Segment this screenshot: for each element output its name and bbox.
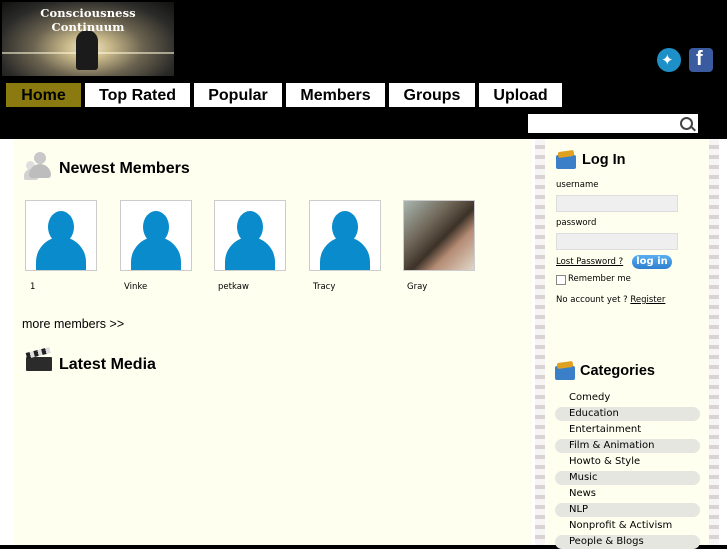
member-name[interactable]: petkaw [218,282,249,292]
username-field[interactable] [556,195,678,212]
facebook-icon[interactable]: f [689,48,713,72]
film-strip-divider-right [709,139,719,545]
categories-icon [555,360,577,380]
search-icon[interactable] [680,117,693,130]
nav-top-rated[interactable]: Top Rated [85,83,190,107]
latest-media-title: Latest Media [59,356,156,373]
category-item[interactable]: News [555,487,700,501]
nav-home[interactable]: Home [6,83,81,107]
category-item[interactable]: Education [555,407,700,421]
login-button[interactable]: log in [632,255,672,269]
member-name[interactable]: Gray [407,282,427,292]
logo-figure [76,30,98,70]
password-label: password [556,218,597,228]
remember-me-label: Remember me [568,274,631,284]
film-strip-divider-left [535,139,545,545]
more-members-link[interactable]: more members >> [22,317,124,331]
twitter-icon[interactable]: ✦ [657,48,681,72]
newest-members-title: Newest Members [59,160,190,177]
register-link[interactable]: Register [630,295,665,305]
categories-title: Categories [580,363,655,379]
category-item[interactable]: Comedy [555,391,700,405]
member-thumbnail[interactable] [120,200,192,271]
category-item[interactable]: Music [555,471,700,485]
member-thumbnail[interactable] [214,200,286,271]
lost-password-link[interactable]: Lost Password ? [556,257,623,267]
search-bar [528,114,698,133]
no-account-label: No account yet ? [556,295,628,305]
members-icon [24,152,54,182]
nav-popular[interactable]: Popular [194,83,282,107]
category-item[interactable]: NLP [555,503,700,517]
username-label: username [556,180,599,190]
nav-groups[interactable]: Groups [389,83,475,107]
login-box-icon [556,149,578,169]
logo-title: Consciousness Continuum [40,6,136,34]
category-item[interactable]: Entertainment [555,423,700,437]
category-item[interactable]: Film & Animation [555,439,700,453]
category-item[interactable]: Howto & Style [555,455,700,469]
clapperboard-icon [25,347,52,372]
member-thumbnail[interactable] [309,200,381,271]
member-thumbnail[interactable] [403,200,475,271]
login-title: Log In [582,152,626,168]
remember-me-checkbox[interactable] [556,275,566,285]
category-item[interactable]: Nonprofit & Activism [555,519,700,533]
no-account-text: No account yet ? Register [556,295,665,305]
member-thumbnail[interactable] [25,200,97,271]
password-field[interactable] [556,233,678,250]
nav-upload[interactable]: Upload [479,83,562,107]
member-name[interactable]: 1 [30,282,35,292]
search-input[interactable] [530,115,675,130]
nav-members[interactable]: Members [286,83,385,107]
site-logo[interactable]: Consciousness Continuum [2,2,174,76]
member-name[interactable]: Tracy [313,282,335,292]
category-item[interactable]: People & Blogs [555,535,700,549]
member-name[interactable]: Vinke [124,282,147,292]
member-photo [404,201,474,270]
